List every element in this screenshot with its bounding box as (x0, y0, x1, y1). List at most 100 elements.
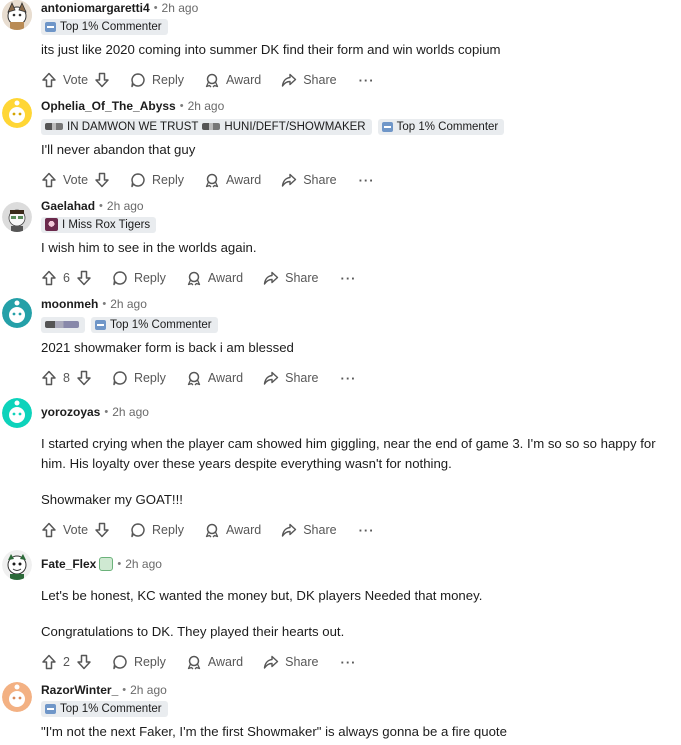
reply-icon (113, 371, 127, 386)
reply-icon (131, 173, 145, 188)
reply-button[interactable]: Reply (130, 172, 184, 188)
avatar[interactable] (2, 202, 32, 232)
user-flair: Top 1% Commenter (41, 18, 168, 35)
author-name[interactable]: Ophelia_Of_The_Abyss (41, 99, 176, 113)
timestamp[interactable]: 2h ago (107, 199, 144, 213)
award-button[interactable]: Award (204, 522, 261, 538)
award-button[interactable]: Award (204, 172, 261, 188)
award-button[interactable]: Award (186, 654, 243, 670)
avatar[interactable] (2, 398, 32, 428)
author-name[interactable]: Fate_Flex (41, 557, 96, 571)
reply-button[interactable]: Reply (112, 654, 166, 670)
comment-actions: Vote Reply Award Share ··· (41, 520, 375, 540)
separator-dot: • (117, 558, 122, 570)
downvote-icon[interactable] (76, 270, 92, 286)
vote-control: Vote (41, 72, 110, 88)
award-icon (205, 523, 219, 538)
downvote-icon[interactable] (76, 370, 92, 386)
timestamp[interactable]: 2h ago (162, 1, 199, 15)
author-name[interactable]: yorozoyas (41, 405, 100, 419)
flair-emoji-icon (45, 123, 63, 130)
reply-button[interactable]: Reply (130, 72, 184, 88)
separator-dot: • (102, 298, 107, 310)
more-options-icon[interactable]: ··· (341, 271, 357, 286)
comment-body: I'll never abandon that guy (41, 142, 196, 157)
author-name[interactable]: Gaelahad (41, 199, 95, 213)
vote-control: 8 (41, 370, 92, 386)
share-button[interactable]: Share (263, 370, 319, 386)
downvote-icon[interactable] (94, 172, 110, 188)
avatar[interactable] (2, 550, 32, 580)
upvote-icon[interactable] (41, 654, 57, 670)
vote-control: Vote (41, 172, 110, 188)
award-button[interactable]: Award (186, 370, 243, 386)
reply-button[interactable]: Reply (130, 522, 184, 538)
author-name[interactable]: RazorWinter_ (41, 683, 118, 697)
avatar[interactable] (2, 682, 32, 712)
upvote-icon[interactable] (41, 270, 57, 286)
share-button[interactable]: Share (281, 172, 337, 188)
timestamp[interactable]: 2h ago (112, 405, 149, 419)
user-flair (41, 316, 85, 333)
upvote-icon[interactable] (41, 172, 57, 188)
reply-button[interactable]: Reply (112, 270, 166, 286)
more-options-icon[interactable]: ··· (359, 73, 375, 88)
vote-count: 6 (63, 271, 70, 285)
separator-dot: • (153, 2, 158, 14)
author-flair-emoji-icon (99, 557, 114, 571)
share-icon (263, 271, 279, 285)
share-icon (282, 173, 297, 187)
more-options-icon[interactable]: ··· (341, 655, 357, 670)
share-icon (282, 73, 297, 87)
share-button[interactable]: Share (281, 522, 337, 538)
separator-dot: • (179, 100, 184, 112)
reply-icon (131, 523, 145, 538)
more-options-icon[interactable]: ··· (341, 371, 357, 386)
more-options-icon[interactable]: ··· (359, 523, 375, 538)
award-icon (187, 271, 201, 286)
award-button[interactable]: Award (204, 72, 261, 88)
comment-body: I started crying when the player cam sho… (41, 436, 656, 507)
comment-body: I wish him to see in the worlds again. (41, 240, 257, 255)
reply-icon (113, 655, 127, 670)
author-name[interactable]: moonmeh (41, 297, 98, 311)
downvote-icon[interactable] (94, 522, 110, 538)
comment-body: "I'm not the next Faker, I'm the first S… (41, 724, 507, 739)
vote-count: 8 (63, 371, 70, 385)
avatar[interactable] (2, 0, 32, 30)
downvote-icon[interactable] (94, 72, 110, 88)
share-icon (282, 523, 297, 537)
upvote-icon[interactable] (41, 370, 57, 386)
timestamp[interactable]: 2h ago (125, 557, 162, 571)
author-name[interactable]: antoniomargaretti4 (41, 1, 150, 15)
award-icon (205, 73, 219, 88)
vote-count: 2 (63, 655, 70, 669)
commenter-badge-icon (45, 21, 56, 32)
downvote-icon[interactable] (76, 654, 92, 670)
flair-emoji-icon (45, 321, 79, 328)
avatar[interactable] (2, 298, 32, 328)
upvote-icon[interactable] (41, 522, 57, 538)
avatar[interactable] (2, 98, 32, 128)
comment-body: its just like 2020 coming into summer DK… (41, 42, 501, 57)
timestamp[interactable]: 2h ago (130, 683, 167, 697)
timestamp[interactable]: 2h ago (188, 99, 225, 113)
more-options-icon[interactable]: ··· (359, 173, 375, 188)
upvote-icon[interactable] (41, 72, 57, 88)
vote-control: 6 (41, 270, 92, 286)
flair-emoji-icon (202, 123, 221, 130)
vote-count: Vote (63, 523, 89, 537)
comment-actions: 2 Reply Award Share ··· (41, 652, 357, 672)
share-button[interactable]: Share (281, 72, 337, 88)
user-flair: IN DAMWON WE TRUST HUNI/DEFT/SHOWMAKER (41, 118, 372, 135)
award-button[interactable]: Award (186, 270, 243, 286)
award-icon (205, 173, 219, 188)
comment-actions: Vote Reply Award Share ··· (41, 70, 375, 90)
reply-button[interactable]: Reply (112, 370, 166, 386)
comment-actions: 8 Reply Award Share ··· (41, 368, 357, 388)
share-button[interactable]: Share (263, 270, 319, 286)
timestamp[interactable]: 2h ago (110, 297, 147, 311)
separator-dot: • (104, 406, 109, 418)
commenter-badge-icon (381, 121, 393, 132)
share-button[interactable]: Share (263, 654, 319, 670)
